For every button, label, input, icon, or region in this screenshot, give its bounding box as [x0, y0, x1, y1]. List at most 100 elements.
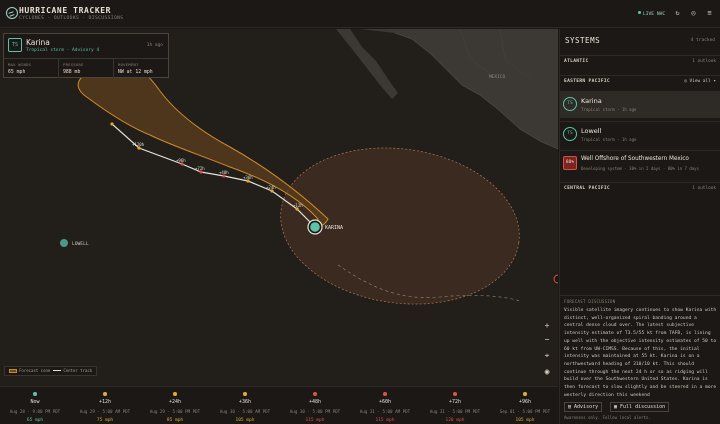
storm-badge: TS — [563, 127, 577, 141]
zoom-out-button[interactable]: − — [541, 334, 553, 346]
timeline-label: +72h — [448, 398, 462, 405]
storm-badge: TS — [563, 97, 577, 111]
locate-icon[interactable]: ◉ — [541, 366, 553, 378]
timeline-date: Aug 29 · 5:00 PM PDT — [149, 408, 201, 414]
storm-item-offshore-system[interactable]: 80% Well Offshore of Southwestern Mexico… — [560, 150, 720, 177]
region-atlantic[interactable]: ATLANTIC 1 outlook — [560, 55, 720, 67]
forecast-discussion: FORECAST DISCUSSION Visible satellite im… — [560, 295, 720, 424]
timeline-step[interactable]: +48h Aug 30 · 5:00 PM PDT 115 mph — [280, 390, 350, 423]
live-label: LIVE NHC — [643, 12, 666, 17]
timeline-date: Aug 31 · 5:00 AM PDT — [359, 408, 411, 414]
track-swatch — [53, 369, 62, 371]
storm-name: Karina — [26, 38, 50, 47]
stat-value: 65 mph — [8, 70, 26, 75]
discussion-title: FORECAST DISCUSSION — [564, 299, 616, 304]
region-name: EASTERN PACIFIC — [564, 79, 610, 84]
timeline-wind: 75 mph — [96, 417, 114, 423]
timeline-label: +60h — [378, 398, 392, 405]
map-legend: Forecast cone Center track — [4, 366, 98, 376]
storm-stats: MAX WINDS 65 mph PRESSURE 988 mb MOVEMEN… — [4, 58, 168, 78]
timeline-label: +36h — [238, 398, 252, 405]
timeline-dot — [33, 392, 37, 396]
zoom-in-button[interactable]: + — [541, 320, 553, 332]
storm-item-lowell[interactable]: TS Lowell Tropical storm · 1h ago — [560, 121, 720, 148]
cone-swatch — [9, 368, 17, 373]
timeline-wind: 115 mph — [375, 417, 395, 423]
timeline-dot — [243, 392, 247, 396]
timeline-label: Now — [30, 398, 40, 405]
timeline-step[interactable]: +72h Aug 31 · 5:00 PM PDT 120 mph — [420, 390, 490, 423]
forecast-timeline: Now Aug 28 · 9:00 PM PDT 65 mph +12h Aug… — [0, 386, 558, 424]
storm-summary-card[interactable]: TS Karina Tropical storm · Advisory 4 1h… — [3, 33, 169, 78]
timeline-step[interactable]: +12h Aug 29 · 5:00 AM PDT 75 mph — [70, 390, 140, 423]
stat-pressure: PRESSURE 988 mb — [59, 59, 114, 78]
region-name: CENTRAL PACIFIC — [564, 186, 610, 191]
expand-icon: ▦ — [614, 404, 618, 410]
track-label-24h: +24h — [266, 185, 276, 190]
timeline-dot — [313, 392, 317, 396]
recenter-icon[interactable]: ⌖ — [541, 350, 553, 362]
stat-label: MAX WINDS — [8, 62, 32, 67]
timeline-dot — [103, 392, 107, 396]
timeline-step[interactable]: +60h Aug 31 · 5:00 AM PDT 115 mph — [350, 390, 420, 423]
stat-value: 988 mb — [63, 70, 81, 75]
settings-icon[interactable]: ≡ — [705, 9, 714, 18]
timeline-wind: 85 mph — [166, 417, 184, 423]
development-chance-badge: 80% — [563, 156, 577, 170]
storm-item-meta: Tropical storm · 1h ago — [581, 137, 637, 142]
timeline-label: +96h — [518, 398, 532, 405]
view-all-label: View all — [689, 79, 711, 84]
storm-badge: TS — [8, 38, 22, 52]
storm-item-name: Karina — [581, 97, 602, 105]
sidebar-count: 4 tracked — [690, 38, 715, 43]
legend-cone-label: Forecast cone — [19, 368, 51, 373]
track-label-48h: +48h — [219, 170, 229, 175]
timeline-date: Sep 01 · 5:00 PM PDT — [499, 408, 551, 414]
storm-map[interactable]: MEXICO KARINA LOWELL +12h +24h +36h +48h… — [0, 29, 558, 386]
stat-label: MOVEMENT — [118, 62, 139, 67]
advisory-button[interactable]: ▤ Advisory — [564, 402, 603, 412]
timeline-step[interactable]: +36h Aug 30 · 5:00 AM PDT 105 mph — [210, 390, 280, 423]
storm-item-name: Well Offshore of Southwestern Mexico — [581, 156, 689, 162]
timeline-label: +48h — [308, 398, 322, 405]
timeline-date: Aug 30 · 5:00 PM PDT — [289, 408, 341, 414]
track-label-96h: +96h — [176, 158, 186, 163]
storm-item-name: Lowell — [581, 127, 602, 135]
stat-label: PRESSURE — [63, 62, 84, 67]
disclaimer-note: Awareness only. Follow local alerts. — [564, 415, 651, 420]
timeline-wind: 120 mph — [445, 417, 465, 423]
timeline-dot — [383, 392, 387, 396]
timeline-date: Aug 30 · 5:00 AM PDT — [219, 408, 271, 414]
timeline-dot — [173, 392, 177, 396]
baja-peninsula — [336, 29, 398, 99]
refresh-icon[interactable]: ↻ — [673, 9, 682, 18]
full-discussion-button[interactable]: ▦ Full discussion — [610, 402, 670, 412]
offshore-system-marker — [553, 274, 558, 284]
timeline-step[interactable]: +24h Aug 29 · 5:00 PM PDT 85 mph — [140, 390, 210, 423]
timeline-wind: 105 mph — [235, 417, 255, 423]
app-subtitle: CYCLONES · OUTLOOKS · DISCUSSIONS — [19, 16, 124, 21]
alerts-icon[interactable]: ◎ — [689, 9, 698, 18]
live-dot-icon — [638, 11, 641, 14]
karina-map-label: KARINA — [325, 225, 343, 231]
advisory-button-label: Advisory — [574, 404, 599, 410]
timeline-dot — [523, 392, 527, 396]
region-eastern-pacific[interactable]: EASTERN PACIFIC ◎ View all ▾ — [560, 75, 720, 87]
document-icon: ▤ — [568, 404, 572, 410]
track-label-36h: +36h — [243, 175, 253, 180]
hurricane-logo-icon — [6, 7, 18, 19]
view-all-link[interactable]: ◎ View all ▾ — [684, 79, 716, 84]
timeline-step[interactable]: Now Aug 28 · 9:00 PM PDT 65 mph — [0, 390, 70, 423]
storm-item-karina[interactable]: TS Karina Tropical storm · 1h ago — [560, 91, 720, 118]
timeline-label: +12h — [98, 398, 112, 405]
region-central-pacific[interactable]: CENTRAL PACIFIC 1 outlook — [560, 182, 720, 194]
timeline-label: +24h — [168, 398, 182, 405]
stat-movement: MOVEMENT NW at 12 mph — [114, 59, 168, 78]
timeline-wind: 115 mph — [305, 417, 325, 423]
timeline-step[interactable]: +96h Sep 01 · 5:00 PM PDT 105 mph — [490, 390, 560, 423]
region-count: 1 outlook — [692, 59, 716, 64]
lowell-marker — [60, 239, 68, 247]
region-count: 1 outlook — [692, 186, 716, 191]
storm-type: Tropical storm · Advisory 4 — [26, 48, 100, 53]
map-canvas: MEXICO KARINA LOWELL +12h +24h +36h +48h… — [60, 29, 558, 305]
